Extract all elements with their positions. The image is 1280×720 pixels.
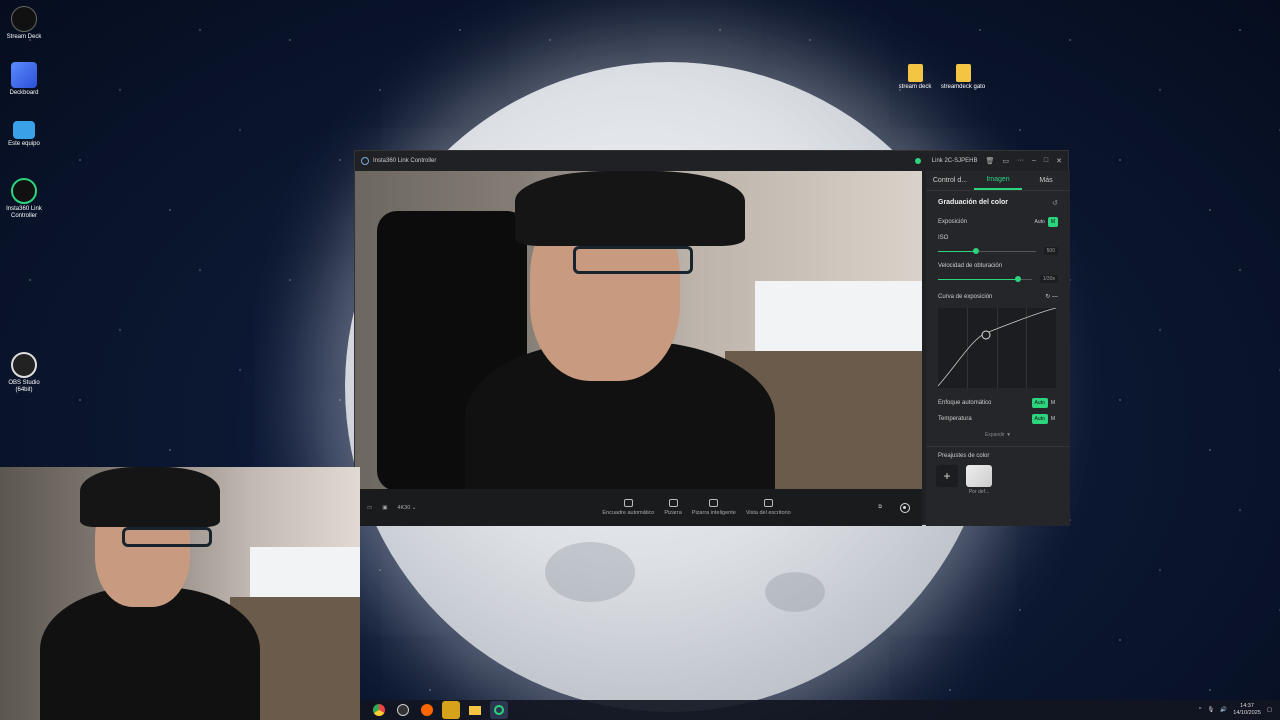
resolution-select[interactable]: 4K30 ⌄ xyxy=(397,505,416,511)
temperature-toggle[interactable]: Auto M xyxy=(1031,414,1058,424)
desktop-icon-insta360[interactable]: Insta360 Link Controller xyxy=(1,178,47,220)
shutter-slider[interactable]: 1/30s xyxy=(938,275,1058,283)
tab-control[interactable]: Control d... xyxy=(926,172,974,189)
shutter-value[interactable]: 1/30s xyxy=(1039,275,1058,283)
color-presets-label: Preajustes de color xyxy=(938,453,990,459)
settings-panel: Control d... Imagen Más Graduación del c… xyxy=(926,171,1070,526)
chrome-icon[interactable] xyxy=(370,701,388,719)
window-title: Insta360 Link Controller xyxy=(373,157,437,164)
snapshot-icon[interactable]: ⧉ xyxy=(878,504,882,511)
shutter-label: Velocidad de obturación xyxy=(938,263,1003,269)
exposure-curve xyxy=(938,308,1056,387)
mode-desk-view-button[interactable]: Vista del escritorio xyxy=(746,499,791,516)
app-orange-icon[interactable] xyxy=(442,701,460,719)
curve-control-point[interactable] xyxy=(981,330,991,340)
file-explorer-icon[interactable] xyxy=(466,701,484,719)
computer-icon xyxy=(13,121,35,139)
volume-icon[interactable]: 🔊 xyxy=(1220,707,1227,713)
delete-icon[interactable]: 🗑 xyxy=(985,157,994,165)
tab-image[interactable]: Imagen xyxy=(974,171,1022,190)
insta360-icon xyxy=(11,178,37,204)
microphone-icon[interactable]: 🎙 xyxy=(1207,707,1214,713)
preset-thumbnail xyxy=(966,465,992,487)
minimize-button[interactable]: – xyxy=(1032,157,1036,164)
iso-slider-knob[interactable] xyxy=(973,247,979,254)
folder-icon xyxy=(907,64,923,82)
exposure-curve-editor[interactable] xyxy=(938,308,1056,388)
reset-icon[interactable]: ↺ xyxy=(1052,199,1058,207)
insta360-link-controller-window: Insta360 Link Controller Link 2C-SJPEHB … xyxy=(354,150,1070,526)
shutter-slider-knob[interactable] xyxy=(1015,275,1021,282)
hd-icon[interactable]: ▣ xyxy=(382,505,387,511)
smart-whiteboard-icon xyxy=(709,499,719,507)
exposure-curve-label: Curva de exposición xyxy=(938,293,993,300)
system-tray: ^ 🎙 🔊 14:37 14/10/2025 ▢ xyxy=(1199,703,1280,716)
webcam-overlay xyxy=(0,467,360,720)
firefox-icon[interactable] xyxy=(418,701,436,719)
color-grading-title: Graduación del color xyxy=(938,199,1009,206)
deckboard-icon xyxy=(11,62,37,88)
collapse-icon[interactable]: — xyxy=(1052,294,1058,300)
whiteboard-icon xyxy=(668,499,678,507)
desktop-icon-este-equipo[interactable]: Este equipo xyxy=(1,121,47,148)
mode-smart-whiteboard-button[interactable]: Pizarra inteligente xyxy=(692,499,736,516)
obs-taskbar-icon[interactable] xyxy=(394,701,412,719)
exposure-label: Exposición xyxy=(938,219,968,225)
autofocus-label: Enfoque automático xyxy=(938,400,992,406)
tab-more[interactable]: Más xyxy=(1022,172,1070,189)
obs-icon xyxy=(11,352,37,378)
device-selector[interactable]: Link 2C-SJPEHB xyxy=(914,157,977,164)
folder-icon xyxy=(955,64,971,82)
preset-default[interactable]: Por def... xyxy=(966,465,992,495)
iso-slider[interactable]: 500 xyxy=(938,247,1058,255)
clock[interactable]: 14:37 14/10/2025 xyxy=(1233,703,1261,716)
add-preset-button[interactable]: + xyxy=(936,465,958,487)
insta360-taskbar-icon[interactable] xyxy=(490,701,508,719)
desk-view-icon xyxy=(763,499,773,507)
curve-reset-icon[interactable]: ↻ xyxy=(1045,294,1050,300)
notifications-icon[interactable]: ▢ xyxy=(1267,707,1272,713)
app-logo-icon xyxy=(361,156,369,165)
stream-deck-icon xyxy=(11,6,37,32)
exposure-toggle[interactable]: Auto M xyxy=(1032,217,1058,227)
temperature-label: Temperatura xyxy=(938,416,972,422)
camera-preview[interactable] xyxy=(355,171,922,489)
maximize-button[interactable]: □ xyxy=(1044,157,1048,164)
mode-whiteboard-button[interactable]: Pizarra xyxy=(664,499,682,516)
iso-value[interactable]: 500 xyxy=(1043,247,1058,255)
desktop-folder-streamdeck-gato[interactable]: streamdeck gato xyxy=(933,64,993,90)
desktop-icon-obs[interactable]: OBS Studio (64bit) xyxy=(1,352,47,394)
desktop-icon-stream-deck[interactable]: Stream Deck xyxy=(1,6,47,41)
device-status-icon xyxy=(914,157,921,164)
record-button[interactable] xyxy=(900,502,910,513)
chevron-up-icon[interactable]: ^ xyxy=(1199,707,1202,713)
mode-auto-framing-button[interactable]: Encuadre automático xyxy=(602,499,654,516)
desktop-icon-deckboard[interactable]: Deckboard xyxy=(1,62,47,97)
iso-label: ISO xyxy=(938,235,949,241)
more-icon[interactable]: ··· xyxy=(1017,157,1024,164)
framing-icon xyxy=(623,499,633,507)
screen-icon[interactable]: ▭ xyxy=(1002,157,1009,165)
close-button[interactable]: ✕ xyxy=(1056,157,1062,165)
panel-tabs: Control d... Imagen Más xyxy=(926,171,1070,191)
autofocus-toggle[interactable]: Auto M xyxy=(1031,398,1058,408)
expand-button[interactable]: Expandir ▼ xyxy=(938,432,1058,438)
camera-icon[interactable]: ▭ xyxy=(367,505,372,511)
camera-toolbar: ▭ ▣ 4K30 ⌄ Encuadre automático Pizarra P… xyxy=(355,489,922,526)
window-titlebar: Insta360 Link Controller Link 2C-SJPEHB … xyxy=(355,151,1068,170)
taskbar: ^ 🎙 🔊 14:37 14/10/2025 ▢ xyxy=(360,700,1280,720)
